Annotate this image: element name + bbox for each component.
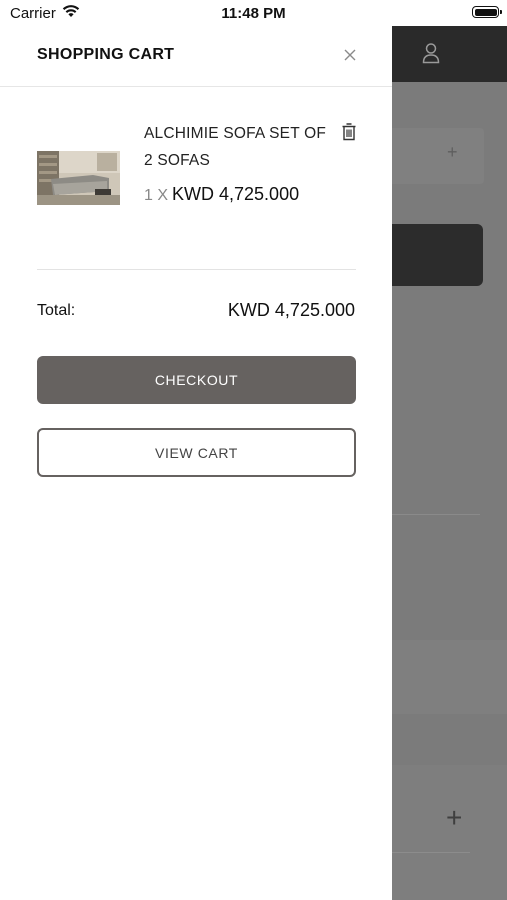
product-image[interactable] [37, 151, 120, 205]
view-cart-button[interactable]: VIEW CART [37, 428, 356, 477]
plus-icon: + [447, 142, 458, 162]
background-divider [392, 514, 480, 515]
quantity-label: 1 X [144, 187, 169, 204]
background-card [392, 128, 484, 184]
drawer-title: SHOPPING CART [37, 46, 175, 63]
user-icon [422, 42, 440, 69]
background-page-overlay[interactable]: + + [392, 26, 507, 900]
status-bar: Carrier 11:48 PM [0, 0, 507, 26]
product-quantity-price: 1 X KWD 4,725.000 [144, 184, 299, 205]
checkout-button[interactable]: CHECKOUT [37, 356, 356, 404]
total-value: KWD 4,725.000 [227, 300, 355, 320]
total-label: Total: [37, 302, 76, 319]
product-name[interactable]: ALCHIMIE SOFA SET OF 2 SOFAS [144, 120, 334, 174]
background-button [392, 224, 483, 286]
plus-icon: + [446, 802, 463, 833]
close-icon[interactable] [341, 46, 359, 64]
divider [37, 269, 356, 270]
drawer-header: SHOPPING CART [0, 26, 392, 87]
status-time: 11:48 PM [221, 5, 286, 22]
shopping-cart-drawer: SHOPPING CART ALCHIMIE SOFA SET OF 2 SOF… [0, 26, 392, 900]
battery-icon [472, 6, 502, 18]
background-section [392, 640, 507, 714]
background-divider [392, 852, 470, 853]
product-price: KWD 4,725.000 [172, 184, 300, 204]
background-header [392, 26, 507, 82]
trash-icon[interactable] [340, 122, 358, 142]
